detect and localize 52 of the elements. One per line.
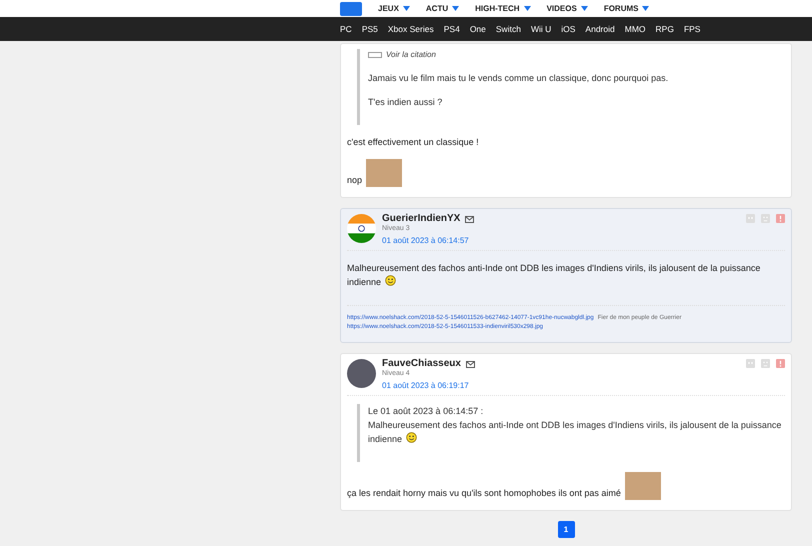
caret-icon — [642, 6, 650, 11]
post-date-link[interactable]: 01 août 2023 à 06:14:57 — [382, 236, 469, 245]
quote-icon[interactable] — [746, 359, 755, 368]
quote-text: Malheureusement des fachos anti-Inde ont DDB les images d'Indiens virils, ils jalousent de la puissance indienne — [368, 419, 782, 446]
envelope-icon[interactable] — [465, 216, 474, 222]
avatar-photo-placeholder — [347, 359, 376, 388]
platform-link[interactable]: RPG — [656, 22, 674, 36]
post-date-link[interactable]: 01 août 2023 à 06:19:17 — [382, 381, 469, 390]
platform-link[interactable]: Switch — [496, 22, 521, 36]
flag-avatar — [347, 214, 376, 243]
platform-link[interactable]: Xbox Series — [388, 22, 434, 36]
nav-menu-item[interactable]: FORUMS — [604, 2, 650, 14]
platform-link[interactable]: One — [470, 22, 486, 36]
caret-icon — [524, 6, 531, 11]
photo-placeholder — [366, 159, 402, 187]
alert-icon[interactable] — [776, 359, 785, 368]
post-text: c'est effectivement un classique ! — [347, 136, 479, 149]
page-button[interactable]: 1 — [558, 521, 574, 538]
platform-link[interactable]: PS4 — [444, 22, 460, 36]
caret-icon — [580, 6, 588, 11]
platform-link[interactable]: PS5 — [362, 22, 378, 36]
quote-text: T'es indien aussi ? — [368, 96, 444, 109]
quote-icon[interactable] — [746, 214, 755, 223]
logo[interactable] — [340, 2, 362, 16]
photo-placeholder — [624, 472, 661, 500]
platform-link[interactable]: PC — [340, 22, 352, 36]
platform-link[interactable]: FPS — [684, 22, 700, 36]
platform-link[interactable]: iOS — [561, 22, 576, 36]
alert-icon[interactable] — [776, 214, 785, 223]
nav-menu-item[interactable]: JEUX — [378, 2, 410, 14]
envelope-icon[interactable] — [466, 360, 475, 368]
sad-face-icon[interactable] — [761, 214, 770, 223]
nav-menu-item[interactable]: VIDEOS — [546, 2, 588, 14]
smiley-icon — [385, 275, 396, 286]
post-text: nop — [347, 174, 362, 187]
nav-menu-item[interactable]: HIGH-TECH — [475, 2, 531, 14]
quote-header: Le 01 août 2023 à 06:14:57 : — [368, 405, 484, 418]
platform-link[interactable]: MMO — [624, 22, 646, 36]
quote-toggle-icon — [368, 52, 382, 58]
author-name[interactable]: GuerierIndienYX — [382, 214, 460, 224]
nav-menu-item[interactable]: ACTU — [426, 2, 460, 14]
platform-link[interactable]: Android — [585, 22, 615, 36]
sad-face-icon[interactable] — [761, 359, 770, 368]
quote-text: Jamais vu le film mais tu le vends comme un classique, donc pourquoi pas. — [368, 72, 670, 85]
post-text: Malheureusement des fachos anti-Inde ont DDB les images d'Indiens virils, ils jalousent de la puissance indienne — [347, 262, 762, 289]
caret-icon — [452, 6, 460, 11]
smiley-icon — [406, 432, 418, 443]
post-text: ça les rendait horny mais vu qu'ils sont homophobes ils ont pas aimé — [347, 487, 621, 500]
author-name[interactable]: FauveChiasseux — [382, 359, 461, 369]
platform-link[interactable]: Wii U — [530, 22, 552, 36]
show-quote-link[interactable]: Voir la citation — [386, 49, 436, 61]
caret-icon — [402, 6, 410, 11]
